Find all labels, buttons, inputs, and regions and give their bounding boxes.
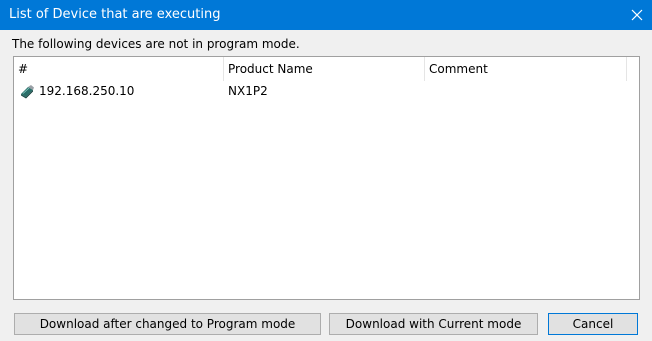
title-bar[interactable]: List of Device that are executing: [0, 0, 652, 30]
close-icon: [631, 9, 643, 21]
column-header-number[interactable]: #: [14, 57, 224, 81]
status-message: The following devices are not in program…: [12, 37, 300, 51]
device-list-dialog: List of Device that are executing The fo…: [0, 0, 652, 341]
column-header-comment[interactable]: Comment: [425, 57, 627, 81]
cancel-button[interactable]: Cancel: [548, 313, 638, 335]
device-address-cell: 192.168.250.10: [19, 81, 134, 101]
list-item[interactable]: 192.168.250.10 NX1P2: [14, 81, 639, 101]
device-list[interactable]: # Product Name Comment 192.168.250.10 NX…: [13, 56, 640, 300]
list-header: # Product Name Comment: [14, 57, 639, 81]
column-header-product-name[interactable]: Product Name: [224, 57, 425, 81]
download-program-mode-button[interactable]: Download after changed to Program mode: [14, 313, 321, 335]
device-address: 192.168.250.10: [39, 84, 135, 98]
download-current-mode-button[interactable]: Download with Current mode: [329, 313, 538, 335]
close-button[interactable]: [622, 0, 652, 30]
window-title: List of Device that are executing: [9, 7, 221, 22]
device-icon: [21, 85, 34, 99]
device-product-name: NX1P2: [228, 84, 268, 98]
